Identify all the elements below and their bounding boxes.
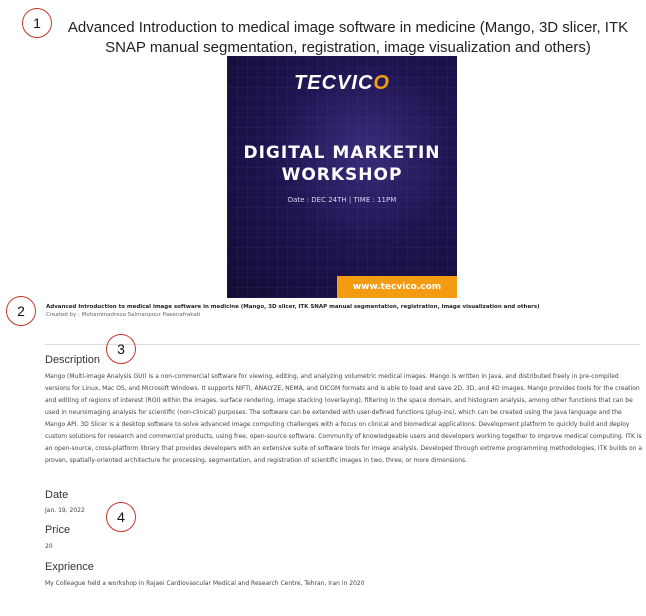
poster-headline-line1: DIGITAL MARKETIN: [243, 143, 441, 163]
description-heading: Description: [45, 354, 101, 366]
experience-heading: Exprience: [45, 561, 94, 573]
annotation-marker-4: 4: [106, 502, 136, 532]
annotation-marker-1: 1: [22, 8, 52, 38]
poster-brand-main: TECVIC: [294, 72, 374, 94]
course-poster-image: TECVICO DIGITAL MARKETIN WORKSHOP Date :…: [227, 56, 457, 298]
experience-text: My Colleague held a workshop in Rajaei C…: [45, 580, 365, 587]
annotation-marker-3: 3: [106, 334, 136, 364]
date-value: Jan. 19, 2022: [45, 507, 85, 514]
poster-headline-line2: WORKSHOP: [281, 165, 403, 185]
date-heading: Date: [45, 489, 69, 501]
poster-brand-logo: TECVICO: [227, 72, 457, 95]
poster-brand-accent: O: [373, 72, 390, 94]
price-value: 20: [45, 543, 53, 550]
description-text: Mango (Multi-image Analysis GUI) is a no…: [45, 373, 643, 464]
course-title: Advanced Introduction to medical image s…: [67, 19, 629, 56]
poster-date-line: Date : DEC 24TH | TIME : 11PM: [287, 196, 397, 204]
poster-headline: DIGITAL MARKETIN WORKSHOP: [227, 142, 457, 186]
creator-line: Created by : Mohammadreza Salmanpour Pae…: [46, 312, 201, 318]
poster-url-banner: www.tecvico.com: [337, 276, 457, 298]
image-caption: Advanced Introduction to medical image s…: [46, 304, 540, 310]
annotation-marker-2: 2: [6, 296, 36, 326]
price-heading: Price: [45, 524, 71, 536]
